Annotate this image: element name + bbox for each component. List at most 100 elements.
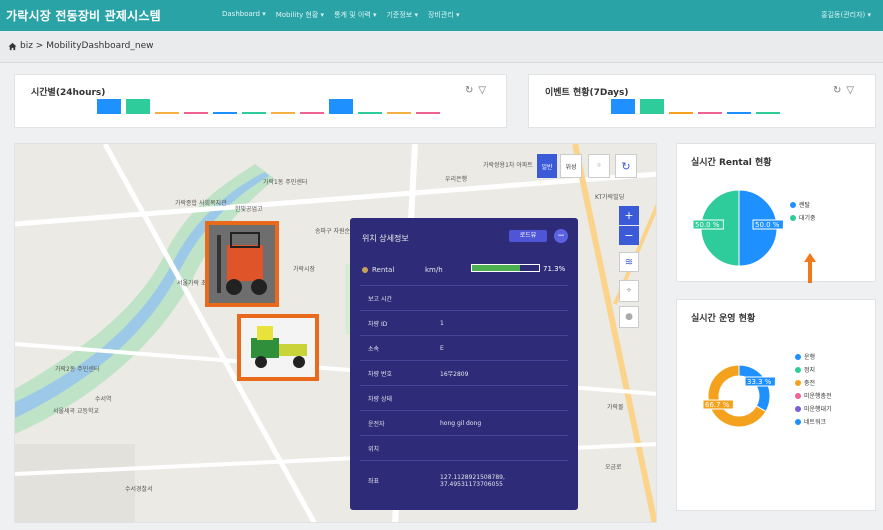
map-label: 우리은행 — [445, 176, 468, 183]
legend-swatch[interactable] — [213, 112, 237, 114]
arrow-up-icon — [804, 253, 816, 283]
battery-percent: 71.3% — [543, 265, 566, 273]
rental-label: Rental — [372, 266, 395, 274]
location-detail-popup: 위치 상세정보 로드뷰 − Rental km/h 71.3% 보고 시간 차량… — [350, 218, 578, 510]
app-title[interactable]: 가락시장 전동장비 관제시스템 — [6, 7, 161, 24]
legend-dot — [795, 366, 801, 373]
legend-swatch[interactable] — [126, 99, 150, 114]
row-key: 보고 시간 — [360, 285, 440, 311]
row-value: hong gil dong — [440, 410, 568, 436]
zoom-in-button[interactable]: + — [619, 206, 639, 225]
nav-dashboard[interactable]: Dashboard ▾ — [222, 10, 266, 20]
map-label: 가락종합 사회복지관 — [175, 200, 227, 207]
legend-item: 미운행충전 — [795, 391, 832, 400]
legend-swatch[interactable] — [756, 112, 780, 114]
legend-dot — [790, 201, 796, 208]
user-menu[interactable]: 홍길동(관리자) ▾ — [821, 10, 871, 20]
row-value: 1 — [440, 310, 568, 336]
map-label: 가락시장 — [293, 266, 316, 273]
refresh-icon[interactable]: ↻ — [833, 85, 841, 96]
legend-swatch[interactable] — [611, 99, 635, 114]
legend-label: 정지 — [804, 367, 816, 374]
row-value — [440, 385, 568, 411]
legend-swatch[interactable] — [155, 112, 179, 114]
hourly-card: 시간별(24hours) ↻ ▽ — [14, 74, 507, 128]
speed-unit: km/h — [425, 266, 443, 274]
hourly-tools: ↻ ▽ — [465, 85, 486, 96]
legend-swatch[interactable] — [727, 112, 751, 114]
legend-item: 운행 — [795, 352, 832, 361]
nav-base-info[interactable]: 기준정보 ▾ — [386, 10, 418, 20]
events-legend — [611, 97, 780, 114]
map-pin-icon[interactable]: ⌾ — [588, 154, 610, 178]
map-label: 가락몰 — [607, 404, 624, 411]
legend-label: 운행 — [804, 354, 816, 361]
map-label: 수서경찰서 — [125, 486, 153, 493]
row-value — [440, 435, 568, 461]
chevron-down-icon[interactable]: ▽ — [846, 85, 854, 96]
legend-swatch[interactable] — [300, 112, 324, 114]
nav-statistics[interactable]: 통계 및 이력 ▾ — [334, 10, 376, 20]
legend-item: 렌탈 — [790, 200, 816, 209]
table-row: 소속 E — [360, 335, 568, 361]
legend-swatch[interactable] — [358, 112, 382, 114]
legend-dot — [795, 418, 801, 425]
location-icon[interactable]: ● — [619, 306, 639, 328]
data-label: 66.7 % — [702, 399, 734, 410]
table-row: 운전자 hong gil dong — [360, 410, 568, 436]
main-nav: Dashboard ▾ Mobility 현황 ▾ 통계 및 이력 ▾ 기준정보… — [222, 10, 459, 20]
operation-legend: 운행 정지 충전 미운행충전 미운행대기 네트워크 — [795, 352, 832, 430]
legend-swatch[interactable] — [640, 99, 664, 114]
legend-swatch[interactable] — [329, 99, 353, 114]
refresh-icon[interactable]: ↻ — [465, 85, 473, 96]
breadcrumb-bar: biz > MobilityDashboard_new — [0, 31, 883, 63]
rental-status: Rental — [362, 266, 394, 274]
legend-dot — [790, 214, 796, 221]
map-normal-button[interactable]: 일반 — [537, 154, 557, 178]
map-label: 가락2동 주민센터 — [55, 366, 100, 373]
battery-progress-fill — [472, 265, 520, 271]
rental-pie-chart: 50.0 % 50.0 % — [692, 189, 784, 267]
legend-swatch[interactable] — [184, 112, 208, 114]
table-row: 위치 — [360, 435, 568, 461]
legend-swatch[interactable] — [669, 112, 693, 114]
pie-slice[interactable] — [738, 364, 771, 413]
rental-status-icon — [362, 267, 368, 273]
events-tools: ↻ ▽ — [833, 85, 854, 96]
legend-swatch[interactable] — [387, 112, 411, 114]
row-key: 소속 — [360, 335, 440, 361]
map-label: 한빛공업고 — [235, 206, 263, 213]
data-label: 50.0 % — [752, 219, 784, 230]
forklift-image[interactable] — [205, 221, 279, 307]
legend-item: 네트워크 — [795, 417, 832, 426]
legend-swatch[interactable] — [416, 112, 440, 114]
map-refresh-icon[interactable]: ↻ — [615, 154, 637, 178]
measure-icon[interactable]: ⌖ — [619, 280, 639, 302]
map-satellite-button[interactable]: 위성 — [560, 154, 582, 178]
row-value: E — [440, 335, 568, 361]
legend-swatch[interactable] — [97, 99, 121, 114]
svg-text:66.7 %: 66.7 % — [705, 401, 730, 409]
hourly-legend — [97, 97, 440, 114]
legend-swatch[interactable] — [242, 112, 266, 114]
map-label: 가락쌍용1차 아파트 — [483, 162, 533, 169]
layers-icon[interactable]: ≋ — [619, 252, 639, 272]
close-icon[interactable]: − — [554, 229, 568, 243]
chevron-down-icon[interactable]: ▽ — [478, 85, 486, 96]
zoom-out-button[interactable]: − — [619, 226, 639, 245]
legend-item: 미운행대기 — [795, 404, 832, 413]
nav-equipment[interactable]: 장비관리 ▾ — [428, 10, 460, 20]
legend-label: 네트워크 — [804, 419, 827, 426]
popup-title: 위치 상세정보 — [362, 234, 409, 243]
tow-cart-image[interactable] — [237, 314, 319, 381]
row-value: 127.1128921508789, 37.49531173706055 — [440, 460, 568, 501]
row-value — [440, 285, 568, 311]
legend-swatch[interactable] — [698, 112, 722, 114]
events-card: 이벤트 현황(7Days) ↻ ▽ — [528, 74, 876, 128]
breadcrumb: biz > MobilityDashboard_new — [8, 41, 153, 51]
nav-mobility[interactable]: Mobility 현황 ▾ — [276, 10, 324, 20]
row-key: 좌표 — [360, 460, 440, 501]
road-view-button[interactable]: 로드뷰 — [509, 230, 547, 242]
home-icon[interactable] — [8, 42, 17, 51]
legend-swatch[interactable] — [271, 112, 295, 114]
